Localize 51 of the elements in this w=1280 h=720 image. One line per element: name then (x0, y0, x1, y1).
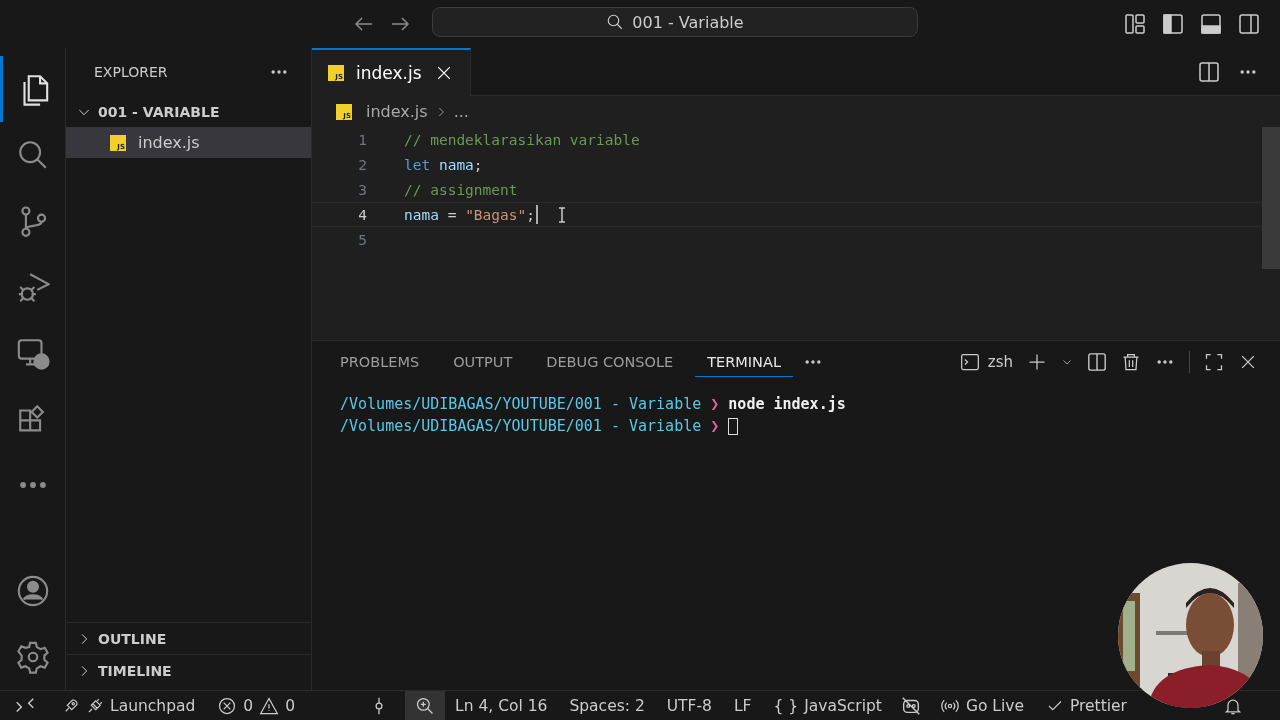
code-line: nama = "Bagas"; (404, 206, 535, 223)
maximize-icon[interactable] (1204, 352, 1224, 372)
remote-explorer-icon[interactable] (15, 336, 50, 370)
split-editor-icon[interactable] (1198, 60, 1220, 83)
prettier-item[interactable]: Prettier (1041, 690, 1131, 720)
settings-icon[interactable] (15, 640, 50, 674)
go-live-button[interactable]: Go Live (935, 690, 1028, 720)
line-number: 3 (357, 181, 367, 198)
account-icon[interactable] (15, 574, 50, 608)
code-line: // mendeklarasikan variable (404, 131, 640, 148)
plus-icon[interactable] (1027, 352, 1047, 372)
code-line: // assignment (404, 181, 518, 198)
panel-toggle-icon[interactable] (1200, 13, 1222, 35)
secondary-sidebar-icon[interactable] (1238, 13, 1260, 35)
terminal-icon (959, 352, 980, 372)
command-search-field[interactable]: 001 - Variable (432, 7, 918, 37)
panel-tab[interactable]: PROBLEMS (340, 347, 432, 377)
cursor-position[interactable]: Ln 4, Col 16 (451, 690, 552, 720)
split-terminal-icon[interactable] (1087, 352, 1107, 372)
plug-icon (86, 696, 104, 715)
line-number: 2 (357, 156, 367, 173)
language-mode[interactable]: { } JavaScript (769, 690, 886, 720)
scrollbar-thumb[interactable] (1262, 127, 1280, 269)
panel-tab[interactable]: TERMINAL (695, 347, 793, 377)
breadcrumb-item[interactable]: ... (453, 102, 469, 121)
section-header[interactable]: OUTLINE (66, 622, 311, 654)
panel-tab[interactable]: DEBUG CONSOLE (534, 347, 686, 377)
line-number: 1 (357, 131, 367, 148)
line-number: 5 (357, 231, 367, 248)
search-icon (606, 13, 625, 31)
sidebar-title: EXPLORER (94, 64, 168, 80)
panel-tab[interactable]: OUTPUT (441, 347, 525, 377)
sidebar-toggle-icon[interactable] (1162, 13, 1184, 35)
zoom-button[interactable] (405, 690, 446, 720)
warning-icon (259, 695, 280, 716)
breadcrumb-item[interactable]: index.js (366, 102, 428, 121)
trash-icon[interactable] (1121, 352, 1141, 372)
line-ending-item[interactable]: LF (729, 690, 756, 720)
terminal-line: /Volumes/UDIBAGAS/YOUTUBE/001 - Variable ❯ (340, 415, 1280, 437)
folder-item[interactable]: 001 - VARIABLE (66, 96, 311, 127)
line-number: 4 (357, 206, 367, 223)
launchpad-item[interactable]: Launchpad (58, 690, 200, 720)
encoding-item[interactable]: UTF-8 (662, 690, 716, 720)
code-line: let nama; (404, 156, 483, 173)
terminal-shell-selector[interactable]: zsh (959, 352, 1013, 372)
layout-icon[interactable] (1124, 13, 1146, 35)
terminal-line: /Volumes/UDIBAGAS/YOUTUBE/001 - Variable ❯ node index.js (340, 394, 847, 415)
problems-indicator[interactable]: 0 0 (213, 690, 300, 720)
section-header[interactable]: TIMELINE (66, 654, 311, 686)
indentation-item[interactable]: Spaces: 2 (565, 690, 649, 720)
error-icon (217, 695, 238, 716)
